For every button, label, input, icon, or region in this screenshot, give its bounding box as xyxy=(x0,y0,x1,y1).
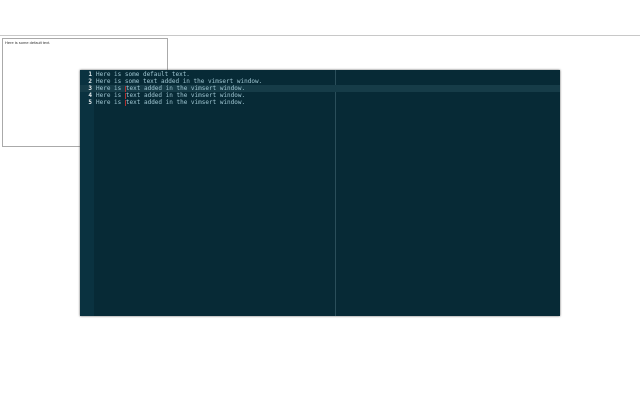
vim-editor-window[interactable]: 1 Here is some default text. 2 Here is som… xyxy=(80,70,560,316)
color-column xyxy=(335,70,336,316)
line-text: Here is xyxy=(96,85,125,92)
line-text: Here is xyxy=(96,99,125,106)
line-number: 4 xyxy=(88,92,92,99)
line-text-rest: text added in the vimsert window. xyxy=(125,92,246,99)
editor-line-current[interactable]: 3 Here is text added in the vimsert windo… xyxy=(80,85,560,92)
line-number: 2 xyxy=(88,78,92,85)
line-text-rest: text added in the vimsert window. xyxy=(125,85,246,92)
line-text-rest: text added in the vimsert window. xyxy=(125,99,246,106)
line-text: Here is some default text. xyxy=(96,71,190,78)
editor-line[interactable]: 4 Here is text added in the vimsert windo… xyxy=(80,92,560,99)
line-text: Here is xyxy=(96,92,125,99)
editor-line[interactable]: 1 Here is some default text. xyxy=(80,71,560,78)
editor-line[interactable]: 5 Here is text added in the vimsert windo… xyxy=(80,99,560,106)
line-number: 1 xyxy=(88,71,92,78)
editor-line[interactable]: 2 Here is some text added in the vimsert … xyxy=(80,78,560,85)
line-number: 3 xyxy=(88,85,92,92)
line-text: Here is some text added in the vimsert w… xyxy=(96,78,263,85)
line-number: 5 xyxy=(88,99,92,106)
line-number-gutter xyxy=(80,70,94,316)
top-divider xyxy=(0,35,640,36)
